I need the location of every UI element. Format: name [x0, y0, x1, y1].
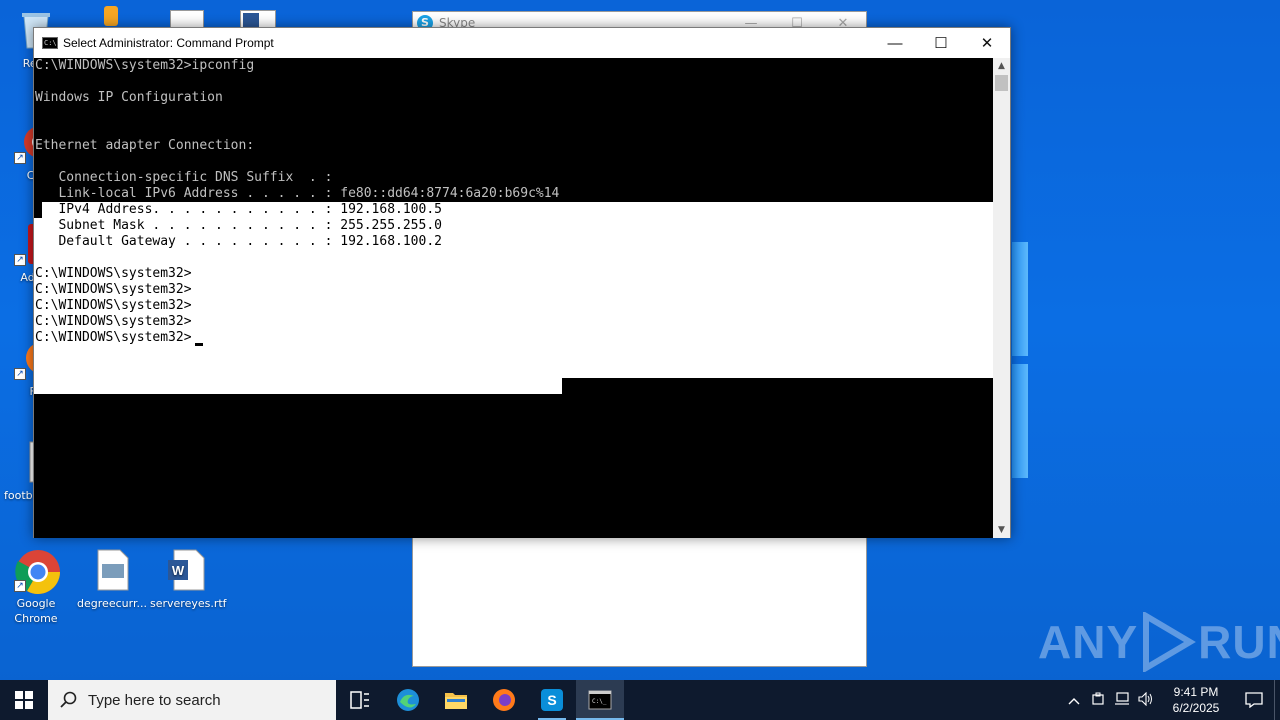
search-icon: [60, 691, 77, 708]
console-output[interactable]: C:\WINDOWS\system32>ipconfig Windows IP …: [34, 58, 994, 538]
taskbar-search-box[interactable]: Type here to search: [48, 680, 336, 720]
console-line: C:\WINDOWS\system32>ipconfig: [35, 58, 255, 73]
command-prompt-window[interactable]: C:\ Select Administrator: Command Prompt…: [33, 27, 1011, 538]
desktop-icon-degreecurr[interactable]: degreecurr...: [76, 548, 148, 611]
show-desktop-button[interactable]: [1274, 680, 1280, 720]
console-line: Connection-specific DNS Suffix . :: [35, 170, 333, 185]
selection-highlight: [34, 378, 562, 394]
console-line: C:\WINDOWS\system32>: [35, 266, 192, 281]
taskbar-skype-button[interactable]: S: [528, 680, 576, 720]
taskbar-file-explorer-button[interactable]: [432, 680, 480, 720]
desktop-icon-label: Google Chrome: [14, 597, 58, 625]
console-line: IPv4 Address. . . . . . . . . . . : 192.…: [35, 202, 442, 217]
console-line: C:\WINDOWS\system32>: [35, 282, 192, 297]
cmd-app-icon: C:\: [42, 37, 58, 49]
play-logo-icon: [1143, 612, 1197, 672]
shortcut-arrow-icon: ↗: [14, 254, 26, 266]
command-prompt-icon: C:\_: [588, 690, 612, 710]
console-line: C:\WINDOWS\system32>: [35, 298, 192, 313]
taskbar-edge-button[interactable]: [384, 680, 432, 720]
taskbar-firefox-button[interactable]: [480, 680, 528, 720]
console-line: C:\WINDOWS\system32>: [35, 314, 192, 329]
defender-icon[interactable]: [1086, 692, 1110, 709]
text-cursor: [195, 343, 203, 346]
chrome-icon: ↗: [14, 548, 60, 594]
clock-time: 9:41 PM: [1173, 685, 1219, 699]
cmd-titlebar[interactable]: C:\ Select Administrator: Command Prompt…: [34, 28, 1010, 58]
console-line: Link-local IPv6 Address . . . . . : fe80…: [35, 186, 560, 201]
scroll-down-arrow-icon[interactable]: ▼: [993, 522, 1010, 538]
edge-icon: [397, 689, 419, 711]
chevron-up-icon[interactable]: [1062, 693, 1086, 708]
taskbar-clock[interactable]: 9:41 PM 6/2/2025: [1158, 684, 1234, 716]
minimize-button[interactable]: —: [872, 28, 918, 58]
anyrun-watermark: ANY RUN: [1038, 612, 1280, 672]
scroll-up-arrow-icon[interactable]: ▲: [993, 58, 1010, 74]
taskbar: Type here to search S C:\_ 9:41 PM 6/2/2…: [0, 680, 1280, 720]
volume-icon[interactable]: [1134, 691, 1158, 709]
notification-icon: [1245, 692, 1263, 708]
search-placeholder: Type here to search: [88, 691, 221, 709]
console-line: Ethernet adapter Connection:: [35, 138, 255, 153]
console-line: Windows IP Configuration: [35, 90, 223, 105]
start-button[interactable]: [0, 680, 48, 720]
console-line: Default Gateway . . . . . . . . . : 192.…: [35, 234, 442, 249]
task-view-button[interactable]: [336, 680, 384, 720]
skype-icon: S: [541, 689, 563, 711]
desktop-icon-label: degreecurr...: [77, 597, 147, 610]
scrollbar-thumb[interactable]: [995, 75, 1008, 91]
svg-text:S: S: [547, 692, 556, 708]
maximize-button[interactable]: ☐: [918, 28, 964, 58]
document-icon[interactable]: [170, 10, 204, 28]
action-center-button[interactable]: [1234, 692, 1274, 708]
console-line: Subnet Mask . . . . . . . . . . . : 255.…: [35, 218, 442, 233]
folder-icon: [445, 693, 467, 709]
svg-text:W: W: [172, 563, 185, 578]
cmd-window-title: Select Administrator: Command Prompt: [63, 36, 274, 50]
word-document-icon: W: [164, 548, 208, 592]
vertical-scrollbar[interactable]: ▲ ▼: [993, 58, 1010, 538]
shortcut-arrow-icon: ↗: [14, 368, 26, 380]
vlc-icon[interactable]: [104, 6, 118, 26]
network-icon[interactable]: [1110, 691, 1134, 709]
close-button[interactable]: ✕: [964, 28, 1010, 58]
task-view-icon: [350, 691, 369, 709]
system-tray: 9:41 PM 6/2/2025: [1062, 680, 1280, 720]
svg-text:C:\_: C:\_: [592, 698, 607, 705]
word-document-icon[interactable]: [240, 10, 276, 28]
shortcut-arrow-icon: ↗: [14, 580, 26, 592]
clock-date: 6/2/2025: [1172, 701, 1220, 715]
desktop-icon-servereyes[interactable]: W servereyes.rtf: [150, 548, 227, 611]
taskbar-cmd-button[interactable]: C:\_: [576, 680, 624, 720]
windows-logo-icon: [15, 691, 33, 709]
desktop-icon-label: servereyes.rtf: [150, 597, 227, 610]
shortcut-arrow-icon: ↗: [14, 152, 26, 164]
firefox-icon: [493, 689, 515, 711]
image-file-icon: [90, 548, 134, 592]
console-line: C:\WINDOWS\system32>: [35, 330, 192, 345]
desktop-icon-google-chrome[interactable]: ↗ Google Chrome: [0, 548, 72, 626]
